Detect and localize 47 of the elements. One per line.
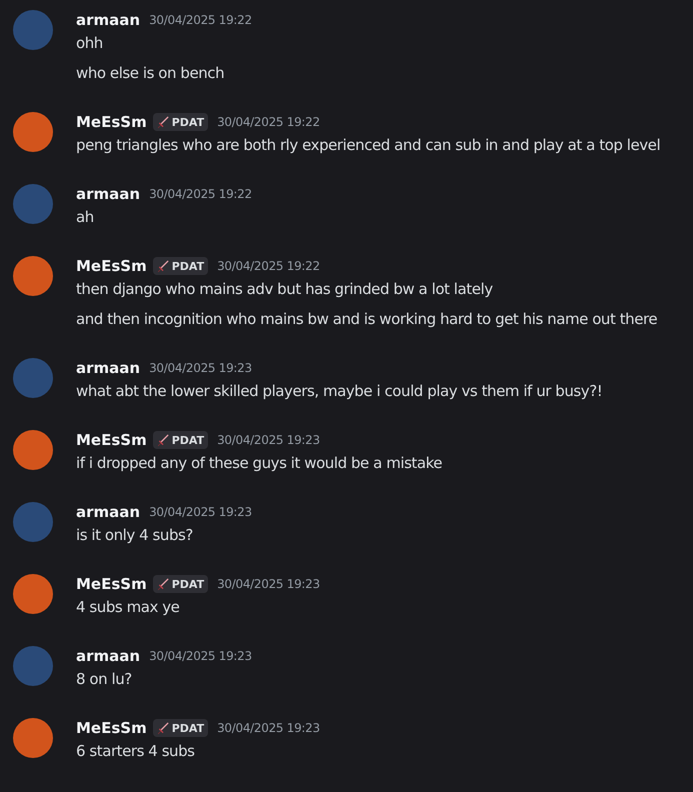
username[interactable]: armaan <box>76 11 140 29</box>
message-text: is it only 4 subs? <box>76 525 194 546</box>
message-text: 4 subs max ye <box>76 597 180 618</box>
timestamp: 30/04/2025 19:22 <box>217 115 320 129</box>
sword-icon <box>156 260 170 272</box>
role-tag[interactable]: PDAT <box>152 113 208 131</box>
username[interactable]: MeEsSm <box>76 575 147 593</box>
username[interactable]: MeEsSm <box>76 113 147 131</box>
message-text: if i dropped any of these guys it would be a mistake <box>76 453 442 474</box>
message-text: peng triangles who are both rly experienced and can sub in and play at a top level <box>76 135 660 156</box>
username[interactable]: armaan <box>76 503 140 521</box>
username[interactable]: MeEsSm <box>76 431 147 449</box>
role-tag[interactable]: PDAT <box>152 257 208 275</box>
role-tag[interactable]: PDAT <box>152 431 208 449</box>
message-text: who else is on bench <box>76 63 226 84</box>
sword-icon <box>156 116 170 128</box>
message-text: ohh <box>76 33 104 54</box>
message-text: what abt the lower skilled players, maybe i could play vs them if ur busy?! <box>76 381 602 402</box>
sword-icon <box>156 434 170 446</box>
timestamp: 30/04/2025 19:23 <box>217 433 320 447</box>
message-text: 8 on lu? <box>76 669 133 690</box>
message-text: then django who mains adv but has grinded bw a lot lately <box>76 279 494 300</box>
username[interactable]: MeEsSm <box>76 719 147 737</box>
timestamp: 30/04/2025 19:23 <box>149 505 252 519</box>
user-avatar[interactable] <box>13 430 53 470</box>
role-tag[interactable]: PDAT <box>152 575 208 593</box>
message-text: and then incognition who mains bw and is working hard to get his name out there <box>76 309 658 330</box>
role-tag[interactable]: PDAT <box>152 719 208 737</box>
message-text: 6 starters 4 subs <box>76 741 196 762</box>
user-avatar[interactable] <box>13 718 53 758</box>
timestamp: 30/04/2025 19:23 <box>217 721 320 735</box>
timestamp: 30/04/2025 19:23 <box>149 649 252 663</box>
username[interactable]: armaan <box>76 359 140 377</box>
username[interactable]: MeEsSm <box>76 257 147 275</box>
username[interactable]: armaan <box>76 185 140 203</box>
timestamp: 30/04/2025 19:22 <box>149 187 252 201</box>
timestamp: 30/04/2025 19:23 <box>149 361 252 375</box>
message-text: ah <box>76 207 95 228</box>
user-avatar[interactable] <box>13 574 53 614</box>
sword-icon <box>156 722 170 734</box>
timestamp: 30/04/2025 19:22 <box>217 259 320 273</box>
user-avatar[interactable] <box>13 256 53 296</box>
user-avatar[interactable] <box>13 112 53 152</box>
username[interactable]: armaan <box>76 647 140 665</box>
sword-icon <box>156 578 170 590</box>
timestamp: 30/04/2025 19:22 <box>149 13 252 27</box>
timestamp: 30/04/2025 19:23 <box>217 577 320 591</box>
